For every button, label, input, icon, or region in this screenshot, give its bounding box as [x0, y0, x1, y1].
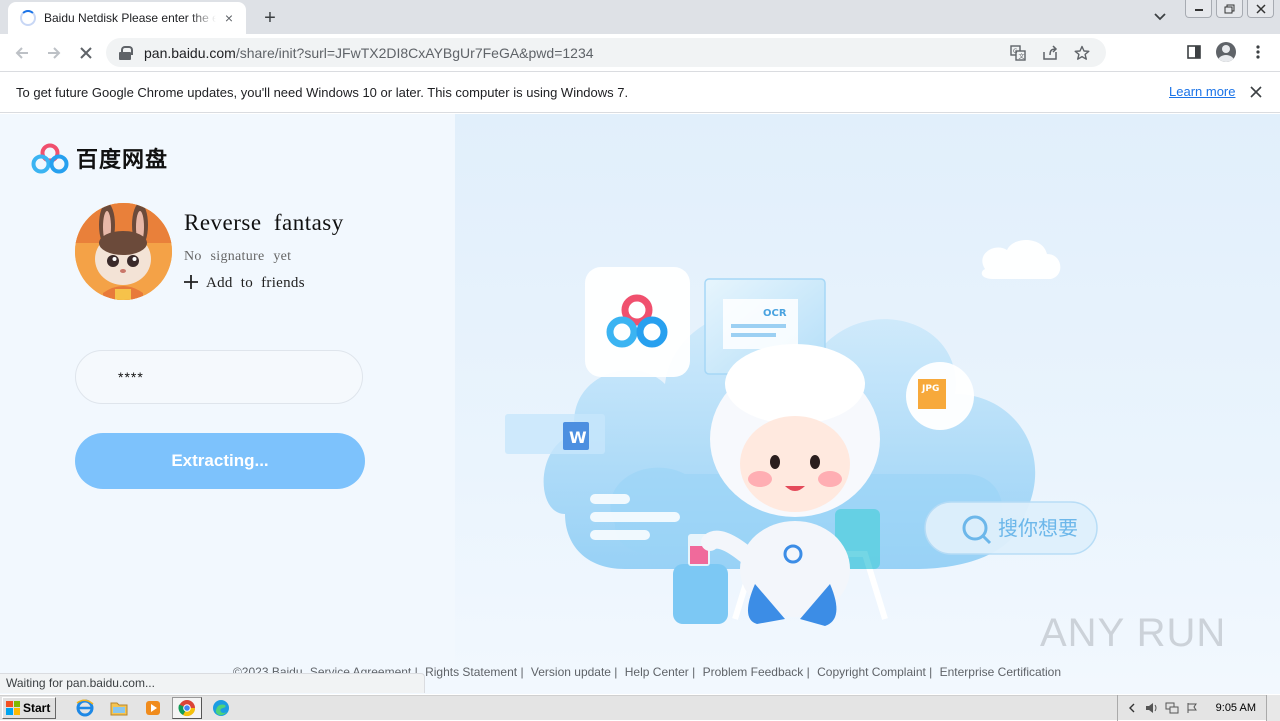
address-bar[interactable]: pan.baidu.com/share/init?surl=JFwTX2DI8C… — [106, 38, 1106, 67]
add-to-friends-button[interactable]: Add to friends — [184, 274, 305, 292]
translate-icon[interactable]: G文 — [1002, 38, 1034, 67]
ocr-label: OCR — [763, 308, 787, 319]
restore-button[interactable] — [1216, 0, 1243, 18]
baidu-netdisk-logo-icon — [31, 143, 69, 174]
watermark-text: ANY RUN — [1040, 611, 1227, 655]
infobar-message: To get future Google Chrome updates, you… — [16, 84, 629, 100]
svg-text:文: 文 — [1019, 52, 1025, 60]
system-tray: 9:05 AM — [1116, 695, 1280, 721]
footer-version-update-link[interactable]: Version update | — [529, 665, 620, 679]
stop-loading-button[interactable] — [70, 37, 102, 69]
volume-icon[interactable] — [1142, 700, 1162, 716]
menu-kebab-icon[interactable] — [1242, 36, 1274, 68]
side-panel-icon[interactable] — [1178, 36, 1210, 68]
left-panel: 百度网盘 Reverse fantasy No signature yet Ad… — [0, 114, 455, 694]
windows-flag-icon — [6, 700, 20, 715]
plus-icon — [184, 274, 198, 292]
extract-button[interactable]: Extracting... — [75, 433, 365, 489]
new-tab-button[interactable]: + — [258, 6, 282, 30]
tray-show-hidden-icon[interactable] — [1122, 700, 1142, 716]
learn-more-link[interactable]: Learn more — [1169, 84, 1235, 99]
taskbar-clock[interactable]: 9:05 AM — [1216, 702, 1256, 714]
lock-icon[interactable] — [118, 45, 133, 60]
tab-search-chevron-icon[interactable] — [1150, 8, 1170, 26]
chrome-taskbar-icon[interactable] — [172, 696, 202, 719]
share-user-name: Reverse fantasy — [184, 210, 344, 235]
anyrun-watermark: ANY RUN — [1040, 611, 1226, 656]
back-button[interactable] — [6, 37, 38, 69]
extraction-code-input[interactable]: **** — [75, 350, 363, 404]
jpg-label: JPG — [921, 384, 939, 394]
footer-help-center-link[interactable]: Help Center | — [623, 665, 697, 679]
edge-icon[interactable] — [206, 697, 236, 719]
user-signature: No signature yet — [184, 249, 292, 264]
loading-spinner-icon — [20, 10, 36, 26]
share-icon[interactable] — [1034, 38, 1066, 67]
media-player-icon[interactable] — [138, 697, 168, 719]
infobar-close-icon[interactable] — [1246, 82, 1266, 102]
action-center-flag-icon[interactable] — [1182, 700, 1202, 716]
file-explorer-icon[interactable] — [104, 697, 134, 719]
baidu-netdisk-logo[interactable]: 百度网盘 — [30, 142, 168, 174]
update-infobar: To get future Google Chrome updates, you… — [0, 71, 1280, 113]
word-label: W — [569, 428, 587, 447]
tab-title: Baidu Netdisk Please enter the extractio… — [44, 11, 216, 25]
page-content: 百度网盘 Reverse fantasy No signature yet Ad… — [0, 114, 1280, 694]
browser-toolbar: pan.baidu.com/share/init?surl=JFwTX2DI8C… — [0, 34, 1280, 71]
footer-copyright-complaint-link[interactable]: Copyright Complaint | — [815, 665, 934, 679]
status-bubble: Waiting for pan.baidu.com... — [0, 673, 425, 693]
svg-text:G: G — [1013, 48, 1018, 55]
add-to-friends-label: Add to friends — [206, 274, 305, 291]
forward-button[interactable] — [38, 37, 70, 69]
start-button[interactable]: Start — [2, 696, 56, 719]
tab-strip: Baidu Netdisk Please enter the extractio… — [0, 0, 1280, 34]
close-window-button[interactable] — [1247, 0, 1274, 18]
internet-explorer-icon[interactable] — [70, 697, 100, 719]
footer-problem-feedback-link[interactable]: Problem Feedback | — [701, 665, 812, 679]
start-label: Start — [23, 700, 51, 715]
footer-rights-statement-link[interactable]: Rights Statement | — [423, 665, 526, 679]
profile-avatar-icon[interactable] — [1210, 36, 1242, 68]
logo-text: 百度网盘 — [76, 148, 169, 173]
tab-close-icon[interactable]: × — [220, 9, 238, 27]
browser-tab[interactable]: Baidu Netdisk Please enter the extractio… — [8, 2, 246, 34]
network-icon[interactable] — [1162, 700, 1182, 716]
footer-enterprise-certification-link[interactable]: Enterprise Certification — [938, 665, 1063, 679]
url-text[interactable]: pan.baidu.com/share/init?surl=JFwTX2DI8C… — [144, 45, 594, 61]
windows-taskbar: Start 9:05 AM — [0, 694, 1280, 721]
show-desktop-button[interactable] — [1266, 695, 1280, 721]
search-pill-text: 搜你想要 — [998, 516, 1078, 540]
window-controls — [1181, 0, 1274, 18]
user-avatar[interactable] — [75, 203, 172, 300]
minimize-button[interactable] — [1185, 0, 1212, 18]
bookmark-star-icon[interactable] — [1066, 38, 1098, 67]
cloud-mascot-illustration: OCR JPG W 搜你想要 — [505, 239, 1098, 626]
